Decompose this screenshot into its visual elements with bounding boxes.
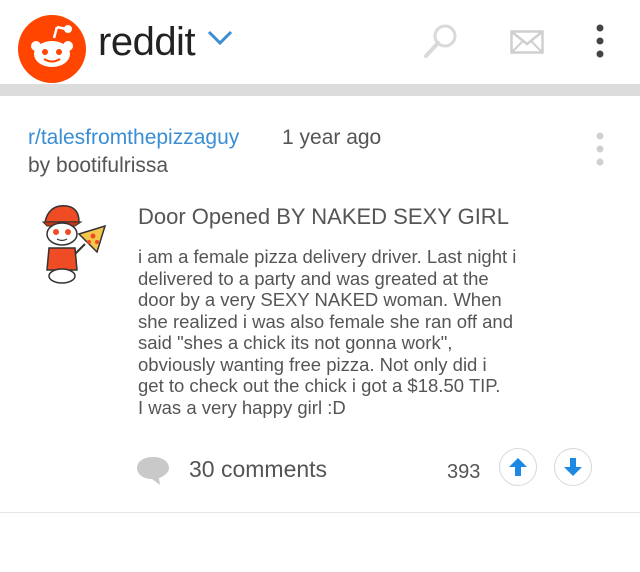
comment-icon[interactable] xyxy=(134,454,172,493)
arrow-down-icon xyxy=(564,458,582,476)
chevron-down-icon[interactable] xyxy=(207,30,233,51)
reddit-logo-icon[interactable] xyxy=(17,14,87,84)
subreddit-link[interactable]: r/talesfromthepizzaguy xyxy=(28,126,239,150)
post-separator xyxy=(0,512,640,513)
header-divider xyxy=(0,84,640,96)
upvote-button[interactable] xyxy=(499,448,537,486)
app-header: reddit xyxy=(0,0,640,84)
pizza-guy-thumbnail-icon[interactable] xyxy=(35,200,111,291)
post-author[interactable]: by bootifulrissa xyxy=(28,154,168,178)
post-score: 393 xyxy=(447,461,481,483)
post-body: i am a female pizza delivery driver. Las… xyxy=(138,246,517,418)
search-icon[interactable] xyxy=(421,22,461,67)
post-more-icon[interactable] xyxy=(594,132,606,171)
arrow-up-icon xyxy=(509,458,527,476)
post-title[interactable]: Door Opened BY NAKED SEXY GIRL xyxy=(138,204,509,230)
downvote-button[interactable] xyxy=(554,448,592,486)
brand-wordmark[interactable]: reddit xyxy=(98,20,196,65)
post-time: 1 year ago xyxy=(282,126,382,149)
comments-link[interactable]: 30 comments xyxy=(189,456,327,483)
post-card[interactable]: r/talesfromthepizzaguy 1 year ago by boo… xyxy=(0,96,640,512)
mail-icon[interactable] xyxy=(510,30,544,59)
more-vertical-icon[interactable] xyxy=(594,24,606,63)
